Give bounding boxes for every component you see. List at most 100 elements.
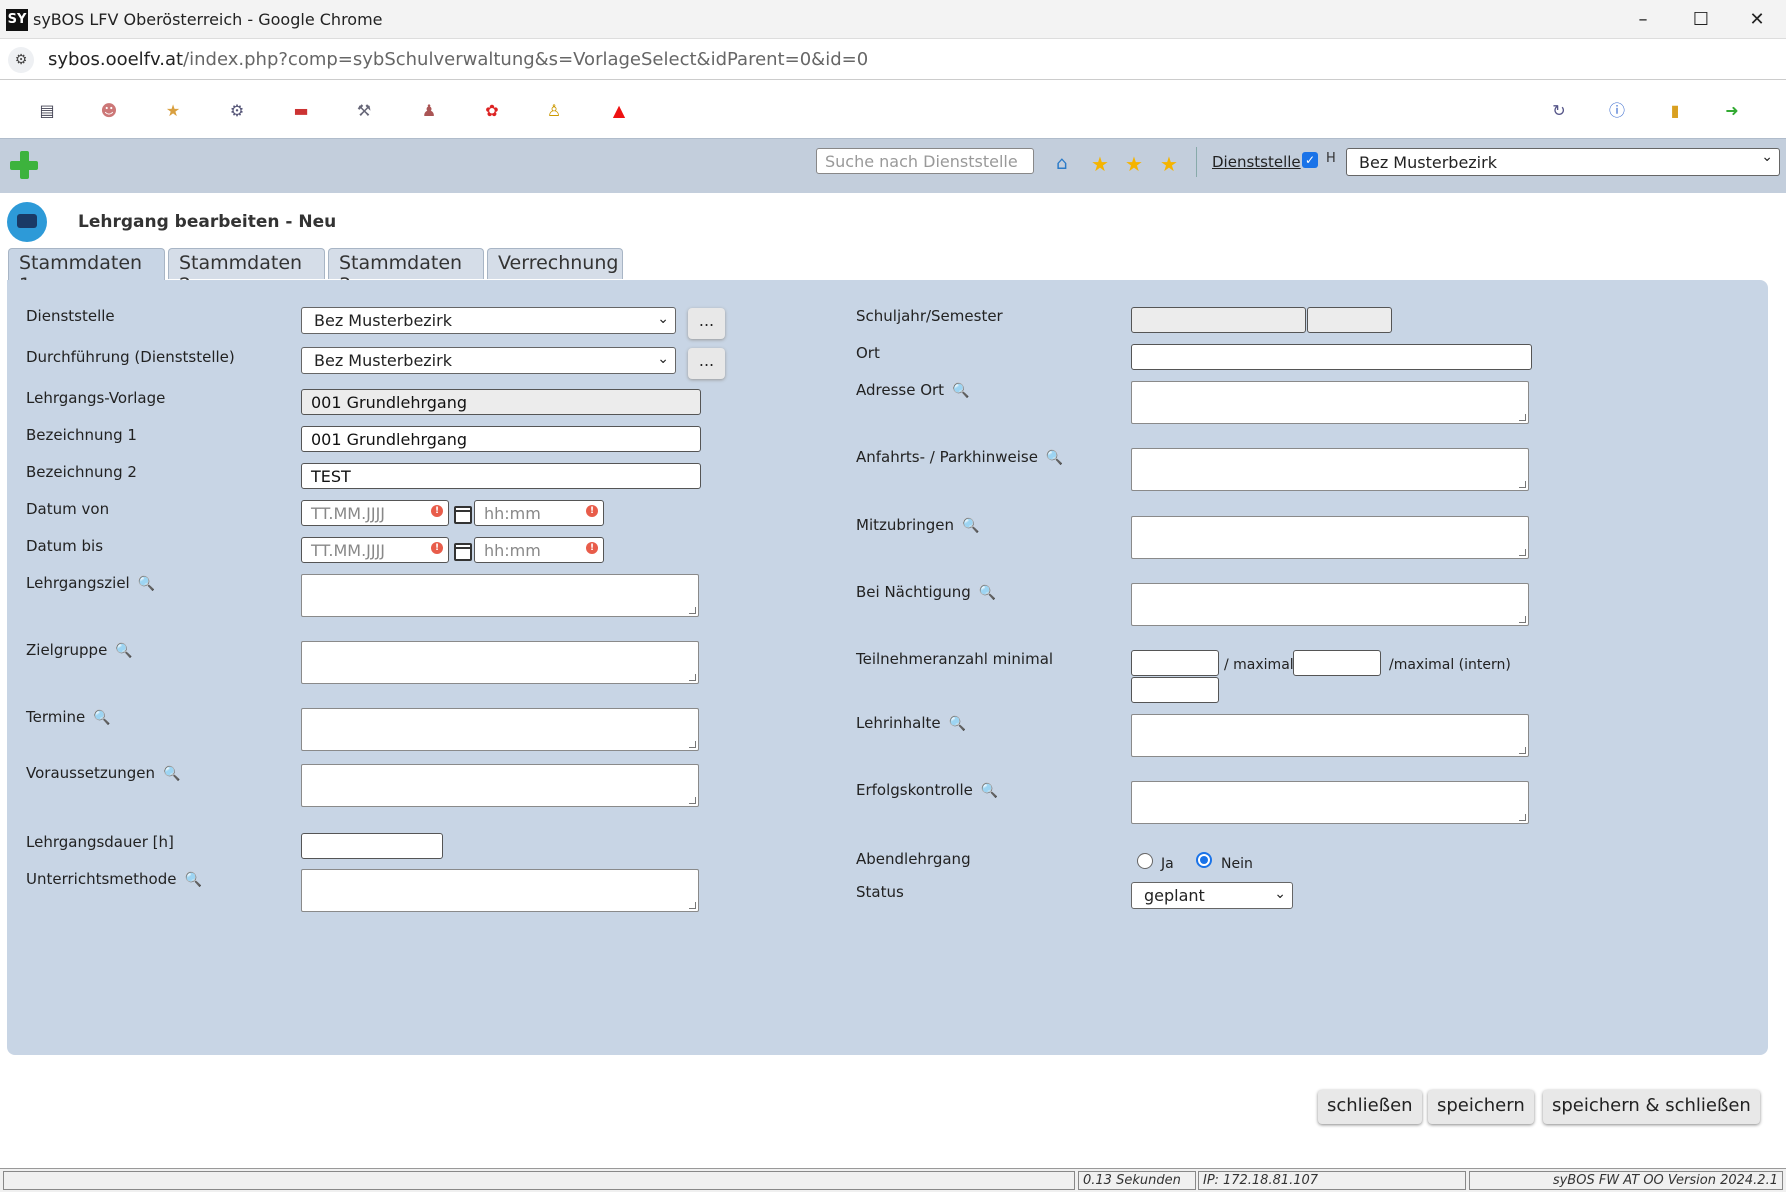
save-button[interactable]: speichern bbox=[1428, 1090, 1534, 1124]
termine-textarea[interactable] bbox=[301, 708, 699, 751]
naechtigung-textarea[interactable] bbox=[1131, 583, 1529, 626]
warning-icon: ! bbox=[431, 505, 443, 517]
datum-von-label: Datum von bbox=[26, 500, 110, 518]
unit-select[interactable]: Bez Musterbezirk ⌄ bbox=[1346, 148, 1780, 176]
status-select[interactable]: geplant ⌄ bbox=[1131, 882, 1293, 909]
main-toolbar: ▤ ☻ ★ ⚙ ▬ ⚒ ♟ ✿ ♙ ▲ ↻ ⓘ ▮ ➜ bbox=[0, 80, 1786, 138]
datum-bis-date-input[interactable]: TT.MM.JJJJ! bbox=[301, 537, 449, 563]
anfahrt-textarea[interactable] bbox=[1131, 448, 1529, 491]
search-icon[interactable]: 🔍 bbox=[93, 710, 110, 726]
search-icon[interactable]: 🔍 bbox=[163, 766, 180, 782]
search-icon[interactable]: 🔍 bbox=[952, 383, 969, 399]
exit-icon[interactable]: ➜ bbox=[1721, 100, 1743, 122]
warning-icon: ! bbox=[586, 505, 598, 517]
save-close-button[interactable]: speichern & schließen bbox=[1543, 1090, 1760, 1124]
vehicle-icon[interactable]: ▬ bbox=[290, 100, 312, 122]
ort-input[interactable] bbox=[1131, 344, 1532, 370]
durchfuehrung-picker-button[interactable]: ... bbox=[688, 348, 725, 379]
search-icon[interactable]: 🔍 bbox=[1046, 450, 1063, 466]
info-icon[interactable]: ⓘ bbox=[1606, 100, 1628, 122]
lehrgangsziel-textarea[interactable] bbox=[301, 574, 699, 617]
datum-von-date-input[interactable]: TT.MM.JJJJ! bbox=[301, 500, 449, 526]
dienststelle-select[interactable]: Bez Musterbezirk ⌄ bbox=[301, 307, 676, 334]
search-icon[interactable]: 🔍 bbox=[949, 716, 966, 732]
link-icon[interactable]: ↻ bbox=[1548, 100, 1570, 122]
window-titlebar: SY syBOS LFV Oberösterreich - Google Chr… bbox=[0, 0, 1786, 39]
tab-verrechnung[interactable]: Verrechnung bbox=[487, 248, 623, 279]
address-bar[interactable]: ⚙ sybos.ooelfv.at/index.php?comp=sybSchu… bbox=[0, 39, 1786, 80]
teilnehmer-max-intern-input[interactable] bbox=[1131, 677, 1219, 703]
dauer-input[interactable] bbox=[301, 833, 443, 859]
door-icon[interactable]: ▮ bbox=[1664, 100, 1686, 122]
schuljahr-label: Schuljahr/Semester bbox=[856, 307, 1003, 325]
calendar-icon[interactable] bbox=[454, 543, 472, 561]
unit-header: Suche nach Dienststelle ⌂ ★ ★ ★ Dienstst… bbox=[0, 138, 1786, 193]
home-icon[interactable]: ⌂ bbox=[1056, 153, 1067, 174]
tab-stammdaten-2[interactable]: Stammdaten 2 bbox=[168, 248, 325, 296]
search-icon[interactable]: 🔍 bbox=[962, 518, 979, 534]
teilnehmer-max-input[interactable] bbox=[1293, 650, 1381, 676]
overview-icon[interactable]: ▤ bbox=[36, 100, 58, 122]
datum-bis-time-input[interactable]: hh:mm! bbox=[474, 537, 604, 563]
add-icon[interactable] bbox=[10, 151, 38, 179]
favorite-star-icon[interactable]: ★ bbox=[1160, 152, 1178, 176]
bezeichnung1-input[interactable]: 001 Grundlehrgang bbox=[301, 426, 701, 452]
search-icon[interactable]: 🔍 bbox=[115, 643, 132, 659]
durchfuehrung-select[interactable]: Bez Musterbezirk ⌄ bbox=[301, 347, 676, 374]
person-icon[interactable]: ♟ bbox=[418, 100, 440, 122]
status-bar: 0.13 Sekunden IP: 172.18.81.107 syBOS FW… bbox=[0, 1168, 1786, 1192]
close-button[interactable]: schließen bbox=[1318, 1090, 1422, 1124]
search-input[interactable]: Suche nach Dienststelle bbox=[816, 148, 1034, 174]
dienststelle-link[interactable]: Dienststelle bbox=[1212, 153, 1301, 171]
mitbringen-textarea[interactable] bbox=[1131, 516, 1529, 559]
badge-icon[interactable]: ✿ bbox=[481, 100, 503, 122]
erfolgskontrolle-textarea[interactable] bbox=[1131, 781, 1529, 824]
calendar-icon[interactable] bbox=[454, 506, 472, 524]
schuljahr-field bbox=[1131, 307, 1306, 333]
chevron-down-icon: ⌄ bbox=[1761, 149, 1773, 165]
include-sub-checkbox[interactable]: ✓ bbox=[1302, 152, 1318, 168]
vorlage-field: 001 Grundlehrgang bbox=[301, 389, 701, 415]
voraussetzungen-textarea[interactable] bbox=[301, 764, 699, 807]
search-icon[interactable]: 🔍 bbox=[184, 872, 201, 888]
wizard-icon[interactable]: ★ bbox=[162, 100, 184, 122]
termine-label: Termine 🔍 bbox=[26, 708, 111, 726]
page-title: Lehrgang bearbeiten - Neu bbox=[78, 212, 337, 232]
tab-stammdaten-1[interactable]: Stammdaten 1 bbox=[8, 248, 165, 296]
tab-stammdaten-3[interactable]: Stammdaten 3 bbox=[328, 248, 484, 296]
minimize-button[interactable]: – bbox=[1614, 0, 1672, 39]
alarm-icon[interactable]: ▲ bbox=[608, 100, 630, 122]
adresse-label: Adresse Ort 🔍 bbox=[856, 381, 970, 399]
chevron-down-icon: ⌄ bbox=[1274, 886, 1286, 902]
maximize-button[interactable]: ☐ bbox=[1672, 0, 1730, 39]
bezeichnung2-input[interactable]: TEST bbox=[301, 463, 701, 489]
favorite-star-icon[interactable]: ★ bbox=[1091, 152, 1109, 176]
datum-von-time-input[interactable]: hh:mm! bbox=[474, 500, 604, 526]
zielgruppe-textarea[interactable] bbox=[301, 641, 699, 684]
favorite-star-icon[interactable]: ★ bbox=[1125, 152, 1143, 176]
search-icon[interactable]: 🔍 bbox=[981, 783, 998, 799]
worker-icon[interactable]: ♙ bbox=[543, 100, 565, 122]
tools-icon[interactable]: ⚒ bbox=[353, 100, 375, 122]
status-version: syBOS FW AT OO Version 2024.2.1 bbox=[1469, 1171, 1783, 1190]
lehrinhalte-textarea[interactable] bbox=[1131, 714, 1529, 757]
settings-gear-icon[interactable]: ⚙ bbox=[226, 100, 248, 122]
url-text[interactable]: sybos.ooelfv.at/index.php?comp=sybSchulv… bbox=[48, 49, 868, 70]
teilnehmer-min-input[interactable] bbox=[1131, 650, 1219, 676]
abend-nein-radio[interactable] bbox=[1196, 852, 1212, 868]
search-icon[interactable]: 🔍 bbox=[138, 576, 155, 592]
dienststelle-picker-button[interactable]: ... bbox=[688, 308, 725, 339]
teilnehmer-max-label: / maximal bbox=[1224, 657, 1294, 673]
warning-icon: ! bbox=[431, 542, 443, 554]
persons-icon[interactable]: ☻ bbox=[98, 100, 120, 122]
close-window-button[interactable]: ✕ bbox=[1728, 0, 1786, 39]
course-icon bbox=[7, 202, 47, 242]
site-settings-icon[interactable]: ⚙ bbox=[8, 47, 34, 73]
abend-ja-radio[interactable] bbox=[1137, 853, 1153, 869]
methode-textarea[interactable] bbox=[301, 869, 699, 912]
search-icon[interactable]: 🔍 bbox=[979, 585, 996, 601]
lehrinhalte-label: Lehrinhalte 🔍 bbox=[856, 714, 967, 732]
lehrgangsziel-label: Lehrgangsziel 🔍 bbox=[26, 574, 156, 592]
status-ip: IP: 172.18.81.107 bbox=[1198, 1171, 1466, 1190]
adresse-textarea[interactable] bbox=[1131, 381, 1529, 424]
